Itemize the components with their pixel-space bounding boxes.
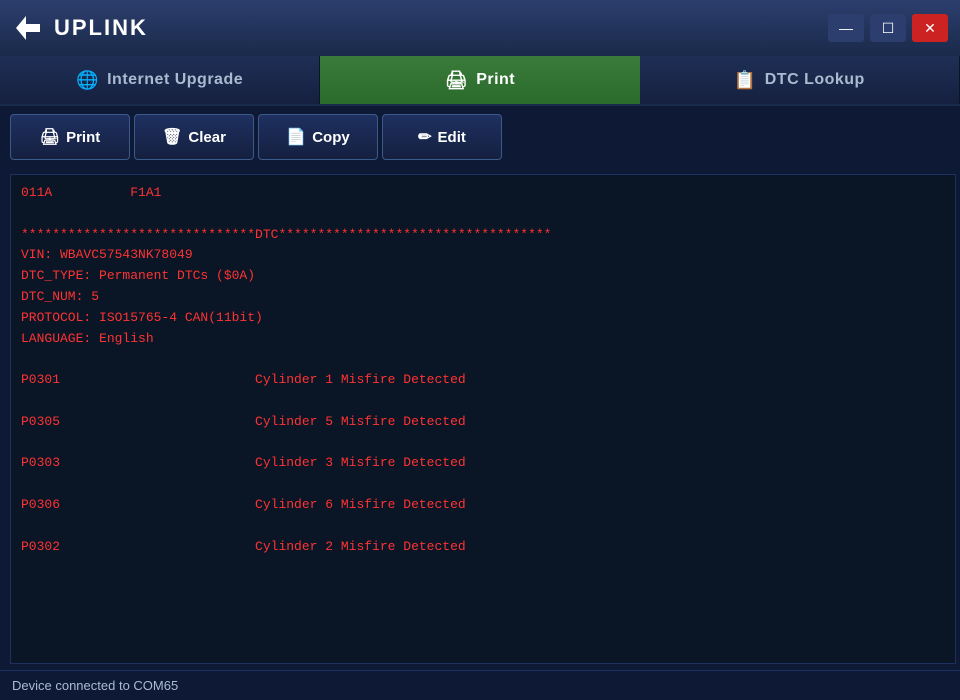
tab-dtc-lookup-label: DTC Lookup	[765, 71, 865, 89]
logo-text: UPLINK	[54, 15, 148, 41]
title-bar-left: UPLINK	[12, 12, 148, 44]
text-display[interactable]: 011A F1A1 ******************************…	[10, 174, 956, 664]
toolbar: 🖨 Print 🗑 Clear 📄 Copy ✏ Edit	[0, 106, 960, 168]
edit-button-label: Edit	[438, 129, 466, 146]
maximize-button[interactable]: ☐	[870, 14, 906, 42]
title-bar: UPLINK — ☐ ✕	[0, 0, 960, 56]
clear-button[interactable]: 🗑 Clear	[134, 114, 254, 160]
print-button-label: Print	[66, 129, 100, 146]
copy-button-label: Copy	[312, 129, 350, 146]
status-text: Device connected to COM65	[12, 678, 178, 693]
minimize-button[interactable]: —	[828, 14, 864, 42]
title-bar-controls: — ☐ ✕	[828, 14, 948, 42]
copy-button[interactable]: 📄 Copy	[258, 114, 378, 160]
tab-internet-upgrade-label: Internet Upgrade	[107, 71, 243, 89]
edit-button[interactable]: ✏ Edit	[382, 114, 502, 160]
print-button[interactable]: 🖨 Print	[10, 114, 130, 160]
print-icon: 🖨	[40, 127, 60, 147]
copy-icon: 📄	[286, 127, 306, 147]
close-button[interactable]: ✕	[912, 14, 948, 42]
logo-icon	[12, 12, 44, 44]
clear-icon: 🗑	[162, 127, 182, 147]
tab-internet-upgrade[interactable]: 🌐 Internet Upgrade	[0, 56, 320, 104]
edit-icon: ✏	[418, 127, 431, 147]
tab-bar: 🌐 Internet Upgrade 🖨 Print 📋 DTC Lookup	[0, 56, 960, 106]
tab-print[interactable]: 🖨 Print	[320, 56, 639, 104]
clear-button-label: Clear	[188, 129, 226, 146]
tab-print-label: Print	[476, 71, 515, 89]
print-tab-icon: 🖨	[445, 70, 468, 91]
internet-upgrade-icon: 🌐	[76, 70, 99, 91]
dtc-lookup-icon: 📋	[734, 70, 757, 91]
tab-dtc-lookup[interactable]: 📋 DTC Lookup	[640, 56, 960, 104]
status-bar: Device connected to COM65	[0, 670, 960, 700]
content-area: 011A F1A1 ******************************…	[0, 168, 960, 670]
